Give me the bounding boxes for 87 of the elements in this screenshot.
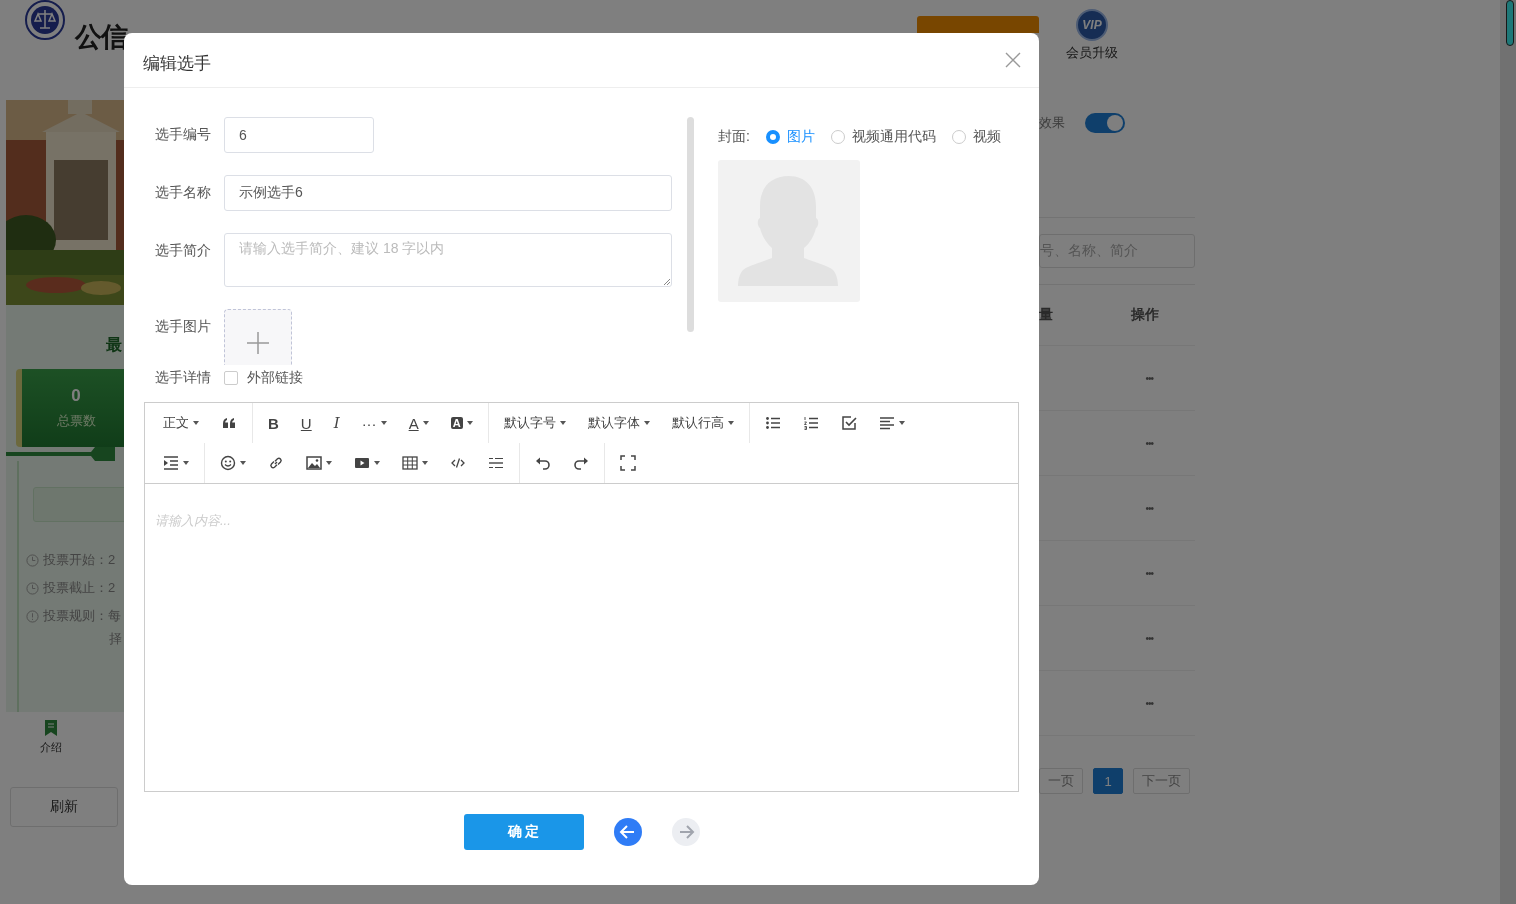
vip-badge[interactable]: VIP xyxy=(1076,9,1108,41)
plus-icon xyxy=(246,331,270,355)
divider-icon xyxy=(488,455,504,471)
align-left-icon xyxy=(878,415,895,431)
dialog-title: 编辑选手 xyxy=(143,52,211,75)
vote-count: 0 xyxy=(71,386,81,406)
indent-icon xyxy=(163,455,179,471)
cover-label: 封面: xyxy=(718,128,750,146)
toolbar-dropdown[interactable]: 默认行高 xyxy=(660,407,745,439)
undo-icon xyxy=(535,455,551,471)
vip-upgrade-label[interactable]: 会员升级 xyxy=(1066,44,1118,62)
toolbar-dropdown[interactable]: 默认字号 xyxy=(492,407,577,439)
info-icon xyxy=(26,609,39,623)
radio-option[interactable]: 视频通用代码 xyxy=(830,128,936,146)
scrollbar-thumb[interactable] xyxy=(687,117,694,332)
bulleted-list-icon xyxy=(764,415,781,431)
format-button[interactable]: U xyxy=(289,407,323,439)
caret-icon xyxy=(727,421,734,425)
field-label: 选手编号 xyxy=(154,126,212,144)
field-label: 选手名称 xyxy=(154,184,212,202)
refresh-button[interactable]: 刷新 xyxy=(10,787,118,827)
clock-icon xyxy=(26,581,39,595)
radio-option[interactable]: 图片 xyxy=(765,128,815,146)
caret-icon xyxy=(380,421,387,425)
caret-icon xyxy=(466,421,473,425)
checkbox[interactable] xyxy=(224,371,238,385)
link-icon xyxy=(268,455,284,471)
input-field[interactable]: 示例选手6 xyxy=(224,175,672,211)
column-header: 量 xyxy=(1039,306,1053,324)
column-header: 操作 xyxy=(1131,306,1159,324)
field-label: 选手详情 xyxy=(155,369,212,387)
video-icon xyxy=(354,455,370,471)
more-actions[interactable]: ••• xyxy=(1145,502,1153,514)
more-actions[interactable]: ••• xyxy=(1145,697,1153,709)
field-label: 选手简介 xyxy=(154,242,212,260)
vote-count-label: 总票数 xyxy=(56,412,96,430)
smiley-icon xyxy=(220,455,236,471)
caret-icon xyxy=(898,421,905,425)
more-actions[interactable]: ••• xyxy=(1145,372,1153,384)
radio-button[interactable] xyxy=(765,130,780,144)
brand-name: 公信 xyxy=(75,21,127,54)
caret-icon xyxy=(193,421,199,425)
table-icon xyxy=(402,455,418,471)
radio-button[interactable] xyxy=(830,130,845,144)
more-actions[interactable]: ••• xyxy=(1145,567,1153,579)
resize-handle-icon[interactable] xyxy=(663,278,670,285)
more-actions[interactable]: ••• xyxy=(1145,437,1153,449)
caret-icon xyxy=(559,421,566,425)
scales-logo-icon xyxy=(25,0,65,40)
numbered-list-icon xyxy=(802,415,819,431)
format-button[interactable]: A xyxy=(397,407,440,439)
caret-icon xyxy=(240,461,246,465)
more-actions[interactable]: ••• xyxy=(1145,632,1153,644)
quote-icon xyxy=(221,415,237,431)
intro-tab[interactable]: 介绍 xyxy=(21,720,81,755)
checkbox-list-icon xyxy=(840,415,857,431)
search-field[interactable] xyxy=(33,487,124,522)
format-button[interactable]: A xyxy=(439,407,484,439)
scrollbar-thumb[interactable] xyxy=(1506,0,1514,46)
caret-icon xyxy=(326,461,332,465)
toolbar-dropdown[interactable]: 正文 xyxy=(152,407,210,439)
format-button[interactable]: I xyxy=(322,407,351,439)
bookmark-icon xyxy=(44,720,58,736)
input-field[interactable]: 6 xyxy=(224,117,374,153)
format-button[interactable]: B xyxy=(257,407,290,439)
confirm-button[interactable]: 确 定 xyxy=(463,814,584,850)
panel-title: 最 xyxy=(106,335,123,355)
avatar-placeholder-icon xyxy=(718,160,860,302)
toggle-switch[interactable] xyxy=(1085,113,1125,133)
image-icon xyxy=(306,455,322,471)
redo-icon xyxy=(573,455,589,471)
fullscreen-icon xyxy=(620,455,636,471)
page-number-button[interactable]: 1 xyxy=(1093,768,1123,794)
caret-icon xyxy=(422,421,429,425)
caret-icon xyxy=(643,421,650,425)
toolbar-dropdown[interactable]: 默认字体 xyxy=(576,407,661,439)
toggle-label: 效果 xyxy=(1039,114,1065,132)
caret-icon xyxy=(374,461,380,465)
checkbox-label[interactable]: 外部链接 xyxy=(247,369,303,387)
caret-icon xyxy=(183,461,189,465)
format-button[interactable]: ··· xyxy=(350,407,398,439)
radio-option[interactable]: 视频 xyxy=(951,128,1001,146)
clock-icon xyxy=(26,553,39,567)
close-icon[interactable] xyxy=(1005,52,1021,68)
radio-button[interactable] xyxy=(951,130,966,144)
field-label: 选手图片 xyxy=(154,318,212,336)
caret-icon xyxy=(422,461,428,465)
